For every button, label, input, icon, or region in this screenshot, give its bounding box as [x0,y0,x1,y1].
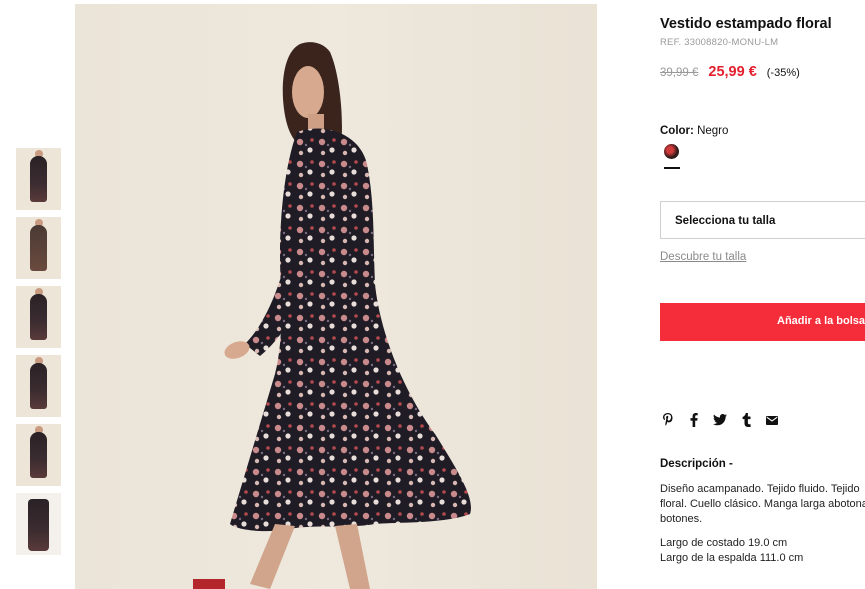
email-icon[interactable] [764,412,780,428]
tumblr-icon[interactable] [738,412,754,428]
size-guide-link[interactable]: Descubre tu talla [660,251,746,263]
measure-side-length: Largo de costado 19.0 cm [660,537,788,549]
pinterest-icon[interactable] [660,412,676,428]
description-line: botones. [660,513,703,525]
add-to-bag-button[interactable]: Añadir a la bolsa [660,303,865,341]
thumbnail-3[interactable] [16,286,61,348]
thumbnail-1[interactable] [16,148,61,210]
color-swatch-negro[interactable] [664,144,679,159]
thumbnail-list [16,148,61,562]
measure-back-length: Largo de la espalda 111.0 cm [660,552,804,564]
description-line: Diseño acampanado. Tejido fluido. Tejido [660,483,860,495]
product-reference: REF. 33008820-MONU-LM [660,37,779,48]
description-line: floral. Cuello clásico. Manga larga abot… [660,498,865,510]
thumbnail-2[interactable] [16,217,61,279]
price-row: 39,99 € 25,99 € (-35%) [660,64,800,80]
discount-badge: (-35%) [766,67,800,79]
size-select[interactable]: Selecciona tu talla [660,201,865,239]
thumbnail-6[interactable] [16,493,61,555]
selected-swatch-indicator [664,167,680,169]
twitter-icon[interactable] [712,412,728,428]
thumbnail-4[interactable] [16,355,61,417]
color-label: Color: [660,125,694,137]
old-price: 39,99 € [660,67,699,79]
color-value: Negro [697,125,729,137]
description-text: Diseño acampanado. Tejido fluido. Tejido… [660,482,865,527]
facebook-icon[interactable] [686,412,702,428]
share-icons [660,412,780,428]
model-illustration [193,42,471,589]
thumbnail-5[interactable] [16,424,61,486]
product-title: Vestido estampado floral [660,16,832,32]
color-row: Color: Negro [660,125,728,137]
sale-price: 25,99 € [708,64,757,80]
main-product-image[interactable] [75,4,597,589]
description-heading: Descripción - [660,458,733,470]
